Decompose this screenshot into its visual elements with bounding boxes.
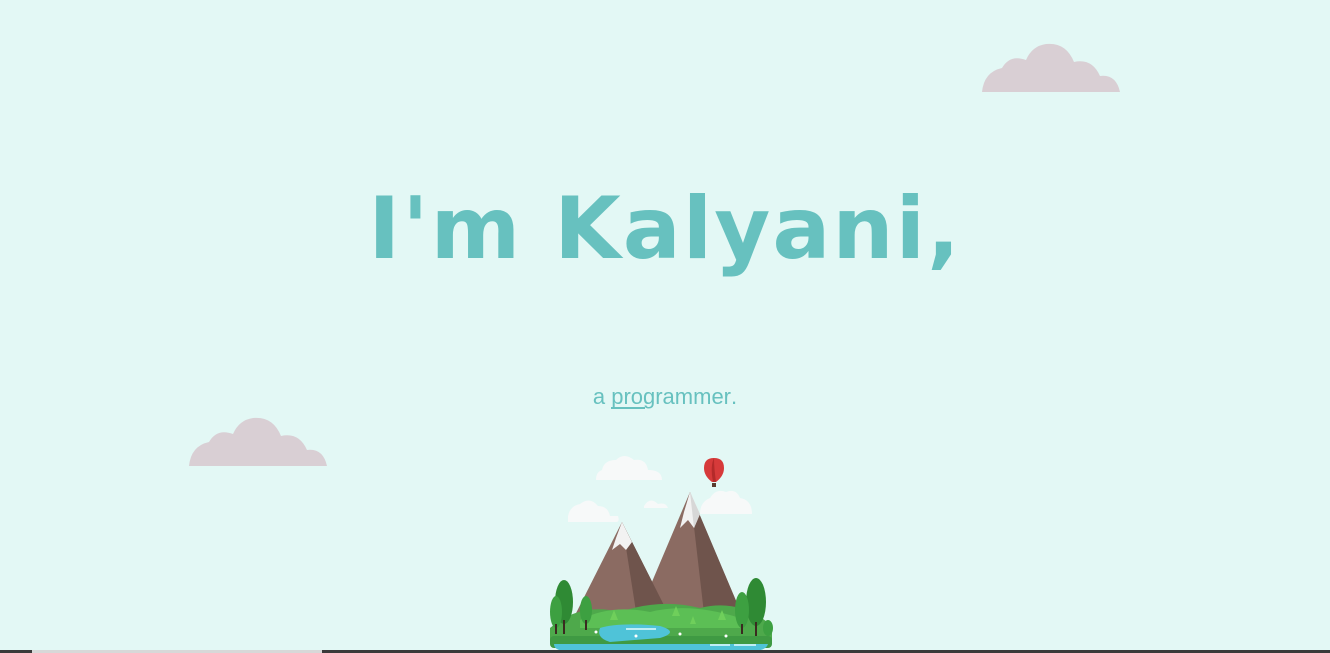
typing-cursor-underline — [611, 407, 646, 409]
cloud-icon — [982, 43, 1120, 92]
subtitle-suffix: . — [731, 384, 738, 409]
cloud-icon — [189, 417, 327, 466]
typed-role: programmer — [611, 384, 731, 410]
mountain-island-illustration — [550, 456, 773, 651]
portfolio-page: I'm Kalyani, a programmer. — [0, 0, 1330, 653]
sky-cloud-icon — [568, 456, 752, 522]
hero-title: I'm Kalyani, — [368, 179, 962, 279]
hot-air-balloon-icon — [704, 458, 724, 487]
typed-role-text: programmer — [611, 384, 732, 409]
hero-subtitle: a programmer. — [0, 384, 1330, 410]
subtitle-prefix: a — [592, 384, 612, 409]
